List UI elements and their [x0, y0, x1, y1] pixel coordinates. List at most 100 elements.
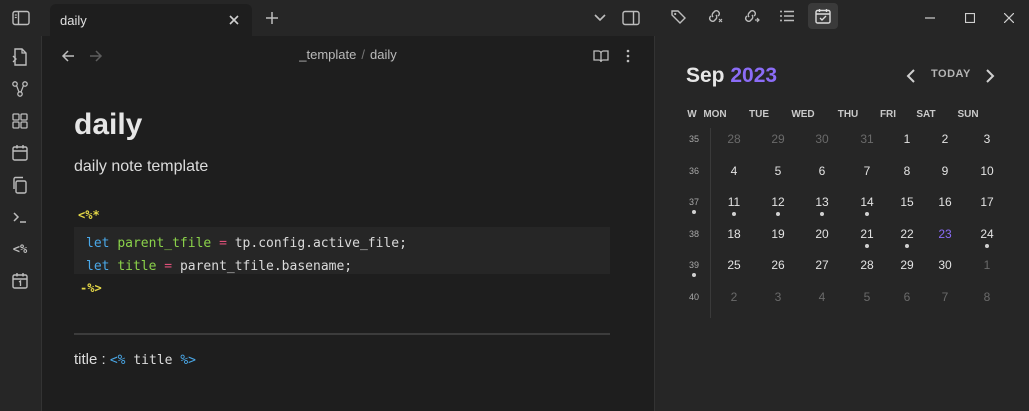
calendar-day[interactable]: 17	[967, 195, 1007, 209]
calendar-day[interactable]: 3	[758, 290, 798, 304]
toggle-right-sidebar-button[interactable]	[620, 7, 642, 29]
tab-calendar[interactable]	[808, 3, 838, 29]
title-field: title : <% title %>	[74, 351, 196, 368]
close-window-button[interactable]	[989, 0, 1029, 36]
calendar-day[interactable]: 28	[714, 132, 754, 146]
code-block[interactable]: let parent_tfile = tp.config.active_file…	[74, 227, 610, 274]
week-number[interactable]: 40	[682, 292, 706, 302]
templater-button[interactable]: <%	[9, 238, 31, 260]
sidebar-right-icon	[622, 10, 640, 26]
open-graph-view-button[interactable]	[9, 78, 31, 100]
calendar-day[interactable]: 30	[925, 258, 965, 272]
breadcrumb-file[interactable]: daily	[370, 47, 397, 62]
calendar-day[interactable]: 1	[887, 132, 927, 146]
calendar-day[interactable]: 21	[847, 227, 887, 241]
copy-icon	[13, 176, 27, 194]
calendar-day[interactable]: 7	[925, 290, 965, 304]
calendar-day[interactable]: 26	[758, 258, 798, 272]
list-icon	[780, 10, 794, 22]
insert-template-button[interactable]	[9, 174, 31, 196]
weekday-header: SAT	[916, 109, 936, 120]
calendar-day[interactable]: 2	[714, 290, 754, 304]
week-note-dot	[692, 210, 696, 214]
week-number[interactable]: 35	[682, 134, 706, 144]
calendar-day[interactable]: 8	[887, 164, 927, 178]
today-button[interactable]: TODAY	[931, 68, 971, 80]
note-editor: _template / daily daily daily note templat…	[42, 36, 654, 411]
toggle-left-sidebar-button[interactable]	[0, 0, 42, 36]
calendar-day[interactable]: 12	[758, 195, 798, 209]
calendar-day[interactable]: 5	[758, 164, 798, 178]
calendar-day[interactable]: 13	[802, 195, 842, 209]
more-options-button[interactable]	[620, 45, 636, 67]
tab-outline[interactable]	[772, 3, 802, 29]
left-ribbon: <%	[0, 36, 42, 411]
calendar-day[interactable]: 6	[887, 290, 927, 304]
new-tab-button[interactable]	[262, 8, 282, 28]
calendar-day[interactable]: 16	[925, 195, 965, 209]
calendar-day[interactable]: 14	[847, 195, 887, 209]
calendar-day[interactable]: 7	[847, 164, 887, 178]
chevron-down-icon	[594, 14, 606, 22]
breadcrumb-folder[interactable]: _template	[299, 47, 356, 62]
create-canvas-button[interactable]	[9, 110, 31, 132]
tab-daily[interactable]: daily	[50, 4, 252, 36]
week-number[interactable]: 38	[682, 229, 706, 239]
calendar-day[interactable]: 28	[847, 258, 887, 272]
calendar-day[interactable]: 15	[887, 195, 927, 209]
tab-tags[interactable]	[664, 3, 694, 29]
note-indicator-dot	[985, 243, 989, 248]
calendar-day[interactable]: 1	[967, 258, 1007, 272]
calendar-day[interactable]: 10	[967, 164, 1007, 178]
reading-view-button[interactable]	[590, 45, 612, 67]
maximize-icon	[965, 13, 975, 23]
open-daily-note-button[interactable]	[9, 142, 31, 164]
calendar-day[interactable]: 3	[967, 132, 1007, 146]
tab-outgoing-links[interactable]	[736, 3, 766, 29]
week-number[interactable]: 39	[682, 260, 706, 270]
files-icon	[12, 48, 27, 66]
calendar-day[interactable]: 31	[847, 132, 887, 146]
calendar-day[interactable]: 20	[802, 227, 842, 241]
calendar-day[interactable]: 19	[758, 227, 798, 241]
more-vertical-icon	[626, 49, 630, 63]
open-command-palette-button[interactable]	[9, 206, 31, 228]
minimize-button[interactable]	[910, 0, 950, 36]
calendar-day[interactable]: 22	[887, 227, 927, 241]
calendar-day[interactable]: 4	[802, 290, 842, 304]
weekday-header: FRI	[879, 109, 897, 120]
weekday-header: THU	[837, 109, 859, 120]
calendar-day[interactable]: 6	[802, 164, 842, 178]
week-number[interactable]: 37	[682, 197, 706, 207]
open-today-note-button[interactable]	[9, 270, 31, 292]
horizontal-rule	[74, 333, 610, 335]
close-tab-button[interactable]	[226, 12, 242, 28]
calendar-day[interactable]: 25	[714, 258, 754, 272]
calendar-day[interactable]: 29	[887, 258, 927, 272]
calendar-day[interactable]: 9	[925, 164, 965, 178]
templater-title-expression: <% title %>	[109, 353, 196, 368]
open-quick-switcher-button[interactable]	[9, 46, 31, 68]
calendar-day[interactable]: 24	[967, 227, 1007, 241]
maximize-button[interactable]	[950, 0, 990, 36]
calendar-month-title: Sep 2023	[686, 64, 778, 87]
tab-list-dropdown[interactable]	[590, 8, 610, 28]
tab-title: daily	[60, 12, 87, 28]
calendar-day[interactable]: 2	[925, 132, 965, 146]
calendar-day[interactable]: 11	[714, 195, 754, 209]
calendar-day[interactable]: 23	[925, 227, 965, 241]
calendar-day[interactable]: 5	[847, 290, 887, 304]
chevron-left-icon	[906, 69, 915, 83]
previous-month-button[interactable]	[903, 68, 919, 84]
calendar-day[interactable]: 8	[967, 290, 1007, 304]
calendar-day[interactable]: 29	[758, 132, 798, 146]
tags-icon	[671, 10, 686, 24]
outgoing-links-icon	[745, 10, 760, 23]
calendar-day[interactable]: 18	[714, 227, 754, 241]
calendar-day[interactable]: 4	[714, 164, 754, 178]
calendar-day[interactable]: 27	[802, 258, 842, 272]
next-month-button[interactable]	[982, 68, 998, 84]
tab-backlinks[interactable]	[700, 3, 730, 29]
calendar-day[interactable]: 30	[802, 132, 842, 146]
week-number[interactable]: 36	[682, 166, 706, 176]
